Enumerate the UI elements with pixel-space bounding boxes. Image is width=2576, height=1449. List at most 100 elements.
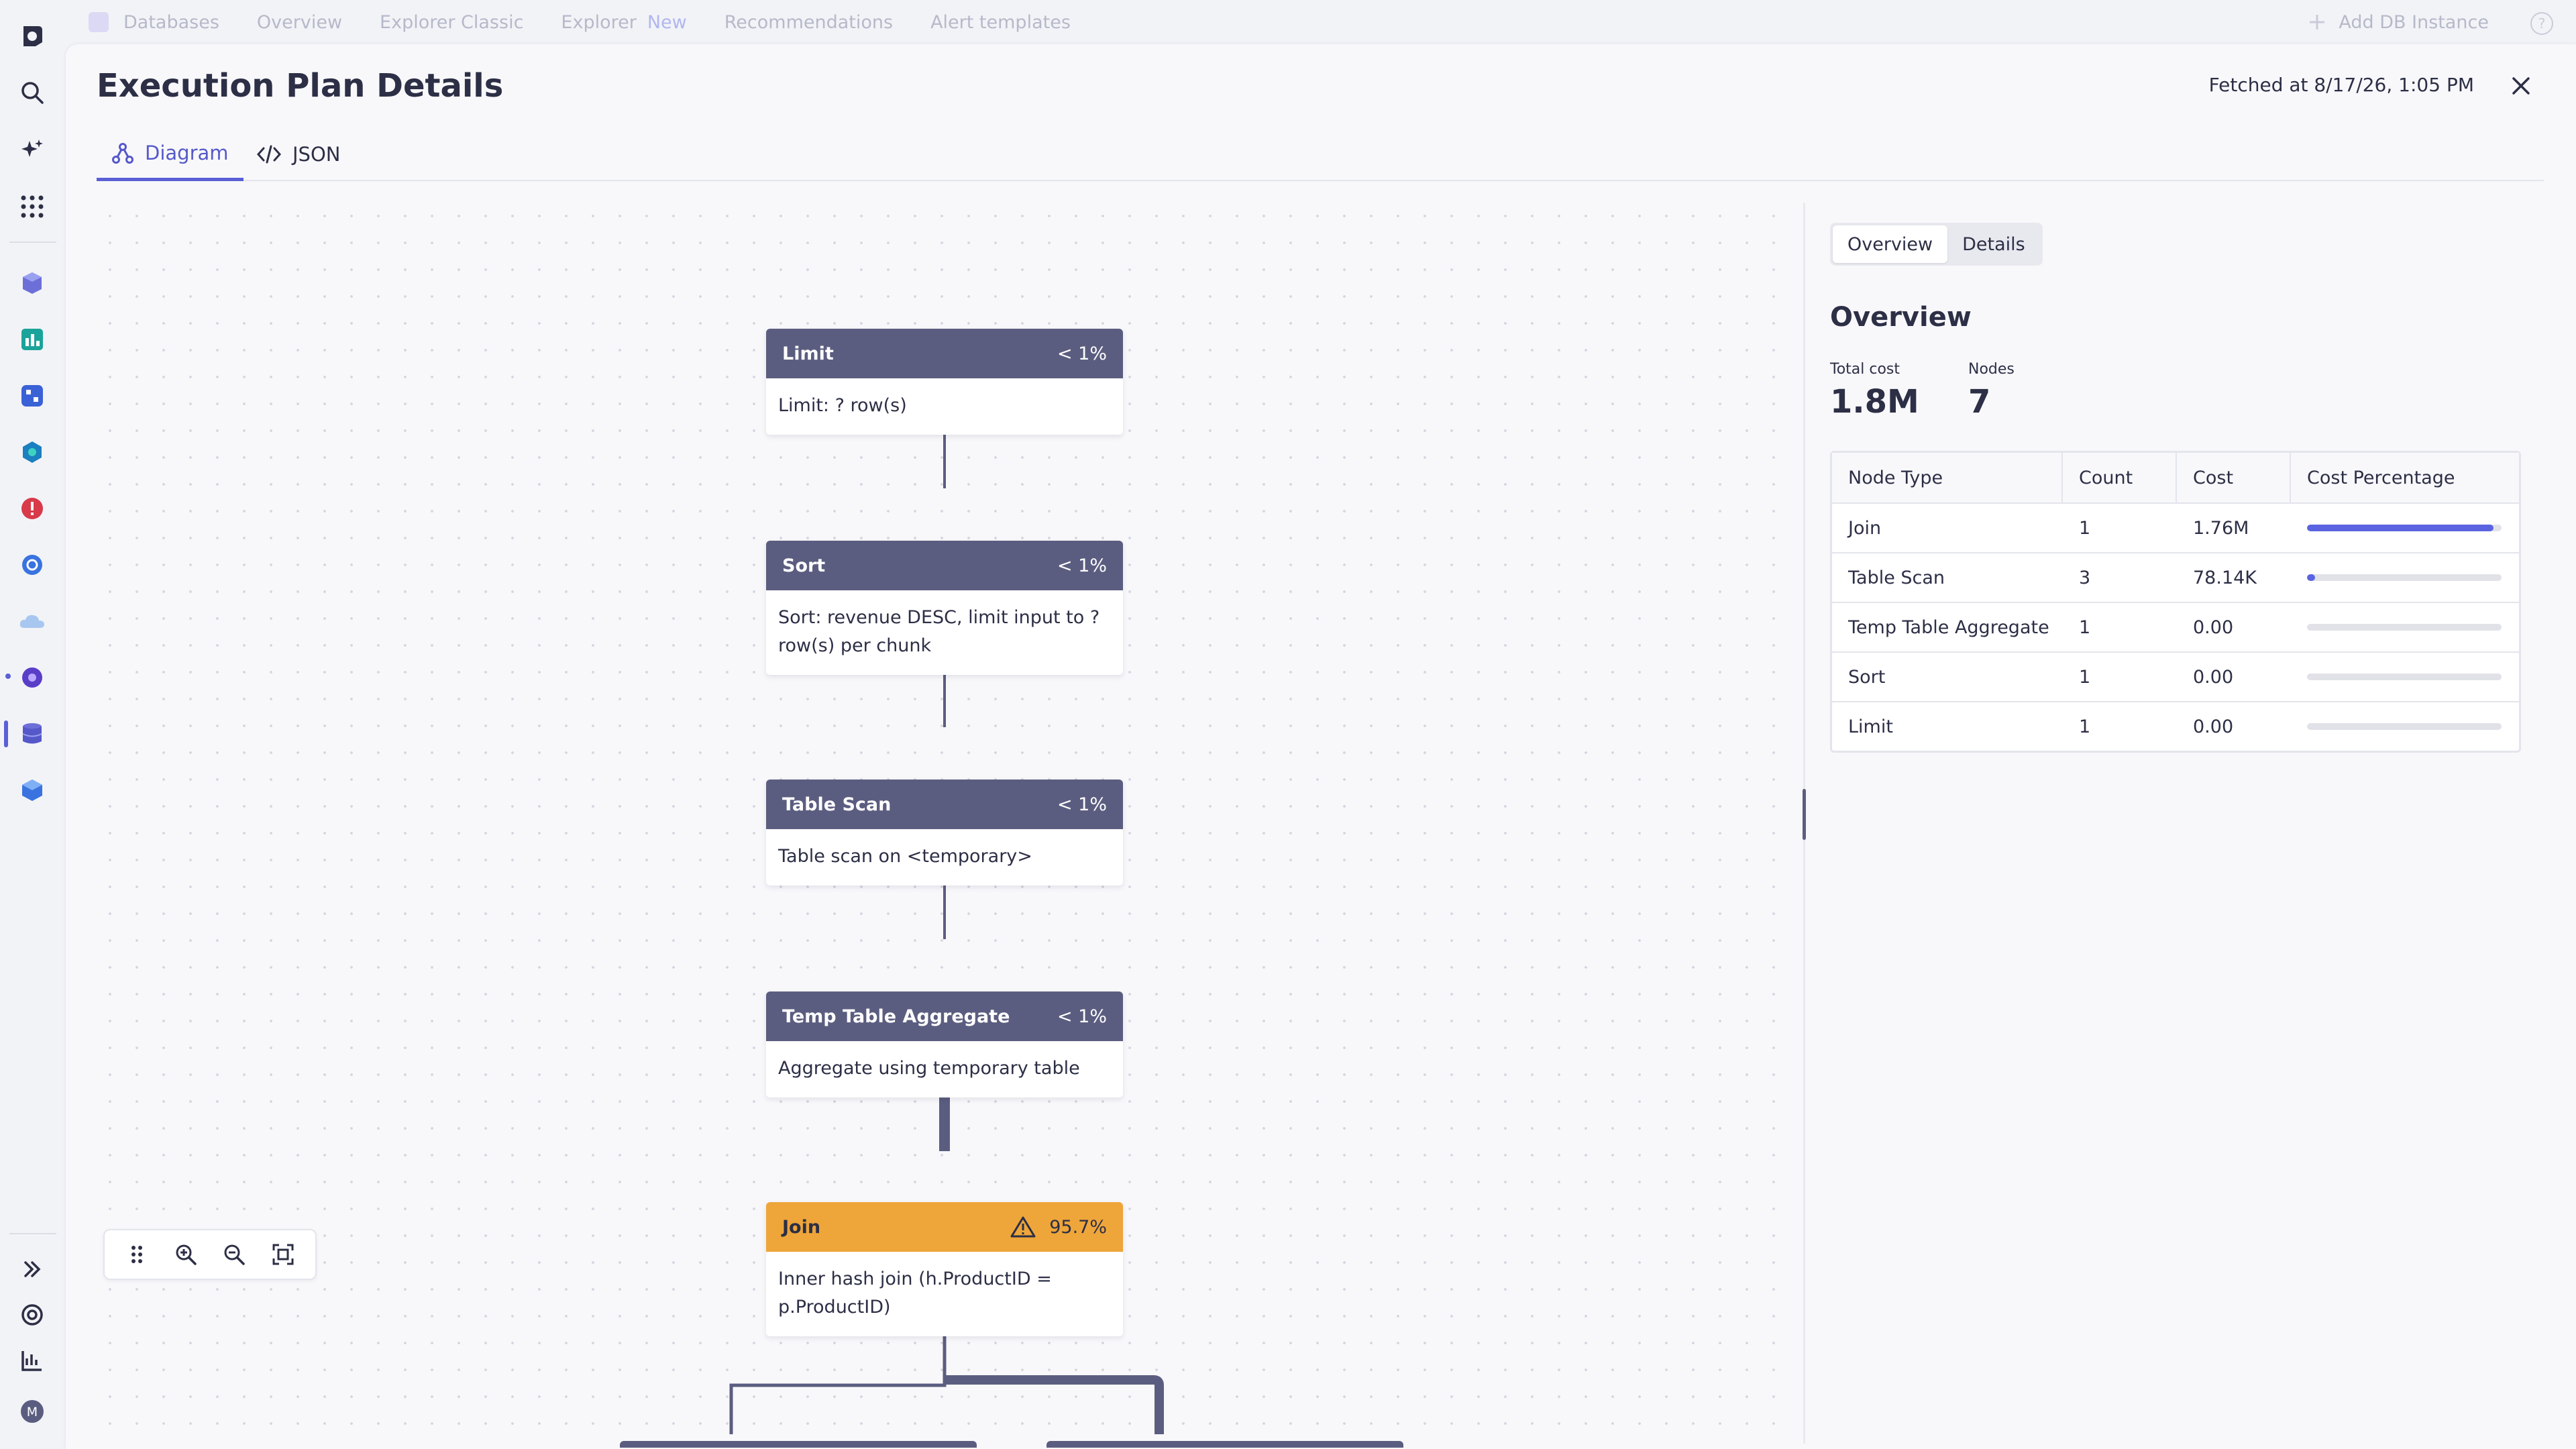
box-app-icon[interactable] bbox=[15, 773, 50, 808]
node-cost-percent-group: 95.7% bbox=[1010, 1216, 1107, 1238]
database-app-icon[interactable] bbox=[15, 716, 50, 751]
app-logo-icon[interactable] bbox=[15, 19, 50, 54]
nav-recommendations[interactable]: Recommendations bbox=[724, 12, 893, 33]
total-cost-value: 1.8M bbox=[1830, 383, 1919, 421]
table-row: Temp Table Aggregate 1 0.00 bbox=[1832, 602, 2519, 651]
table-header-row: Node Type Count Cost Cost Percentage bbox=[1832, 453, 2519, 502]
cost-bar-fill bbox=[2307, 574, 2316, 581]
tab-diagram-label: Diagram bbox=[145, 141, 229, 164]
kubernetes-app-icon[interactable] bbox=[15, 547, 50, 582]
cell-cost: 0.00 bbox=[2193, 666, 2234, 688]
diagram-icon bbox=[112, 142, 133, 164]
workflow-app-icon[interactable] bbox=[15, 378, 50, 413]
node-title: Temp Table Aggregate bbox=[782, 1006, 1010, 1027]
apps-grid-icon[interactable] bbox=[15, 189, 50, 224]
rail-separator bbox=[9, 241, 56, 243]
planet-app-icon[interactable] bbox=[15, 660, 50, 695]
plan-node-join[interactable]: Join 95.7% Inner hash join (h.ProductID … bbox=[766, 1202, 1123, 1336]
node-cost-percent: 95.7% bbox=[1049, 1216, 1107, 1238]
expand-rail-icon[interactable] bbox=[15, 1252, 50, 1287]
fetched-timestamp: Fetched at 8/17/26, 1:05 PM bbox=[2208, 74, 2474, 96]
databases-logo-icon bbox=[89, 12, 109, 32]
node-cost-percent: < 1% bbox=[1057, 343, 1107, 364]
plan-node-sort[interactable]: Sort < 1% Sort: revenue DESC, limit inpu… bbox=[766, 541, 1123, 675]
cell-node-type: Sort bbox=[1848, 666, 1886, 688]
cost-bar bbox=[2307, 574, 2502, 581]
rail-notification-dot bbox=[5, 674, 11, 679]
cube-app-icon[interactable] bbox=[15, 266, 50, 301]
cost-bar bbox=[2307, 624, 2502, 631]
nav-databases[interactable]: Databases bbox=[123, 12, 219, 33]
rail-active-indicator bbox=[4, 720, 8, 747]
alert-app-icon[interactable] bbox=[15, 491, 50, 526]
total-cost-stat: Total cost 1.8M bbox=[1830, 361, 1919, 421]
node-description: Aggregate using temporary table bbox=[778, 1058, 1080, 1079]
node-title: Join bbox=[782, 1216, 821, 1238]
cost-bar bbox=[2307, 525, 2502, 531]
cell-count: 1 bbox=[2079, 666, 2091, 688]
node-description: Limit: ? row(s) bbox=[778, 395, 907, 416]
node-type-table: Node Type Count Cost Cost Percentage Joi… bbox=[1830, 451, 2521, 753]
nav-overview[interactable]: Overview bbox=[257, 12, 342, 33]
table-row: Limit 1 0.00 bbox=[1832, 701, 2519, 751]
cost-bar bbox=[2307, 723, 2502, 730]
plan-node-limit[interactable]: Limit < 1% Limit: ? row(s) bbox=[766, 329, 1123, 435]
drag-handle-icon[interactable] bbox=[118, 1236, 156, 1273]
col-cost-percentage[interactable]: Cost Percentage bbox=[2291, 453, 2519, 502]
table-row: Sort 1 0.00 bbox=[1832, 651, 2519, 701]
nodes-value: 7 bbox=[1968, 383, 1991, 421]
search-icon[interactable] bbox=[15, 75, 50, 110]
diagram-canvas[interactable]: Limit < 1% Limit: ? row(s) Sort < 1% Sor… bbox=[97, 203, 1787, 1448]
zoom-in-icon[interactable] bbox=[167, 1236, 205, 1273]
support-icon[interactable] bbox=[15, 1297, 50, 1332]
col-count[interactable]: Count bbox=[2063, 453, 2177, 502]
cell-cost-percentage bbox=[2291, 653, 2519, 701]
cell-cost-percentage bbox=[2291, 702, 2519, 751]
node-description: Inner hash join (h.ProductID = p.Product… bbox=[778, 1269, 1052, 1318]
nav-explorer[interactable]: Explorer New bbox=[561, 12, 686, 33]
cell-count: 3 bbox=[2079, 567, 2091, 588]
col-node-type[interactable]: Node Type bbox=[1832, 453, 2063, 502]
cloud-app-icon[interactable] bbox=[15, 604, 50, 639]
cell-node-type: Join bbox=[1848, 517, 1882, 539]
nav-explorer-classic[interactable]: Explorer Classic bbox=[380, 12, 523, 33]
node-cost-percent: < 1% bbox=[1057, 1006, 1107, 1027]
sparkle-icon[interactable] bbox=[15, 133, 50, 168]
analytics-icon[interactable] bbox=[15, 1343, 50, 1378]
hexagon-app-icon[interactable] bbox=[15, 435, 50, 470]
code-icon bbox=[256, 145, 282, 164]
cell-cost-percentage bbox=[2291, 603, 2519, 651]
plus-icon bbox=[2310, 15, 2325, 30]
add-db-instance-button[interactable]: Add DB Instance bbox=[2308, 0, 2489, 44]
total-cost-label: Total cost bbox=[1830, 361, 1900, 378]
dashboard-app-icon[interactable] bbox=[15, 322, 50, 357]
tab-json[interactable]: JSON bbox=[248, 127, 348, 181]
node-title: Limit bbox=[782, 343, 834, 364]
execution-plan-panel: Execution Plan Details Fetched at 8/17/2… bbox=[66, 44, 2576, 1449]
plan-node-temp-table-aggregate[interactable]: Temp Table Aggregate < 1% Aggregate usin… bbox=[766, 991, 1123, 1097]
tab-json-label: JSON bbox=[292, 143, 341, 166]
splitter-handle[interactable] bbox=[1803, 789, 1806, 840]
node-header: Join 95.7% bbox=[766, 1202, 1123, 1252]
side-segmented-control: Overview Details bbox=[1830, 223, 2043, 266]
plan-node-table-scan[interactable]: Table Scan < 1% Table scan on <temporary… bbox=[766, 780, 1123, 885]
user-avatar[interactable]: M bbox=[15, 1394, 50, 1429]
fit-view-icon[interactable] bbox=[264, 1236, 302, 1273]
close-icon[interactable] bbox=[2506, 71, 2536, 101]
col-cost[interactable]: Cost bbox=[2177, 453, 2291, 502]
tab-diagram[interactable]: Diagram bbox=[97, 127, 244, 181]
seg-details[interactable]: Details bbox=[1947, 225, 2040, 263]
zoom-toolbar bbox=[103, 1229, 317, 1280]
nav-alert-templates[interactable]: Alert templates bbox=[930, 12, 1071, 33]
node-cost-percent: < 1% bbox=[1057, 794, 1107, 815]
page-title: Execution Plan Details bbox=[97, 67, 504, 105]
seg-overview[interactable]: Overview bbox=[1833, 225, 1948, 263]
cell-node-type: Table Scan bbox=[1848, 567, 1945, 588]
cell-count: 1 bbox=[2079, 517, 2091, 539]
view-tabs: Diagram JSON bbox=[97, 127, 2544, 181]
cost-bar-fill bbox=[2307, 525, 2493, 531]
node-header: Sort < 1% bbox=[766, 541, 1123, 590]
help-icon[interactable]: ? bbox=[2530, 12, 2553, 35]
cell-cost: 0.00 bbox=[2193, 716, 2234, 737]
zoom-out-icon[interactable] bbox=[215, 1236, 253, 1273]
